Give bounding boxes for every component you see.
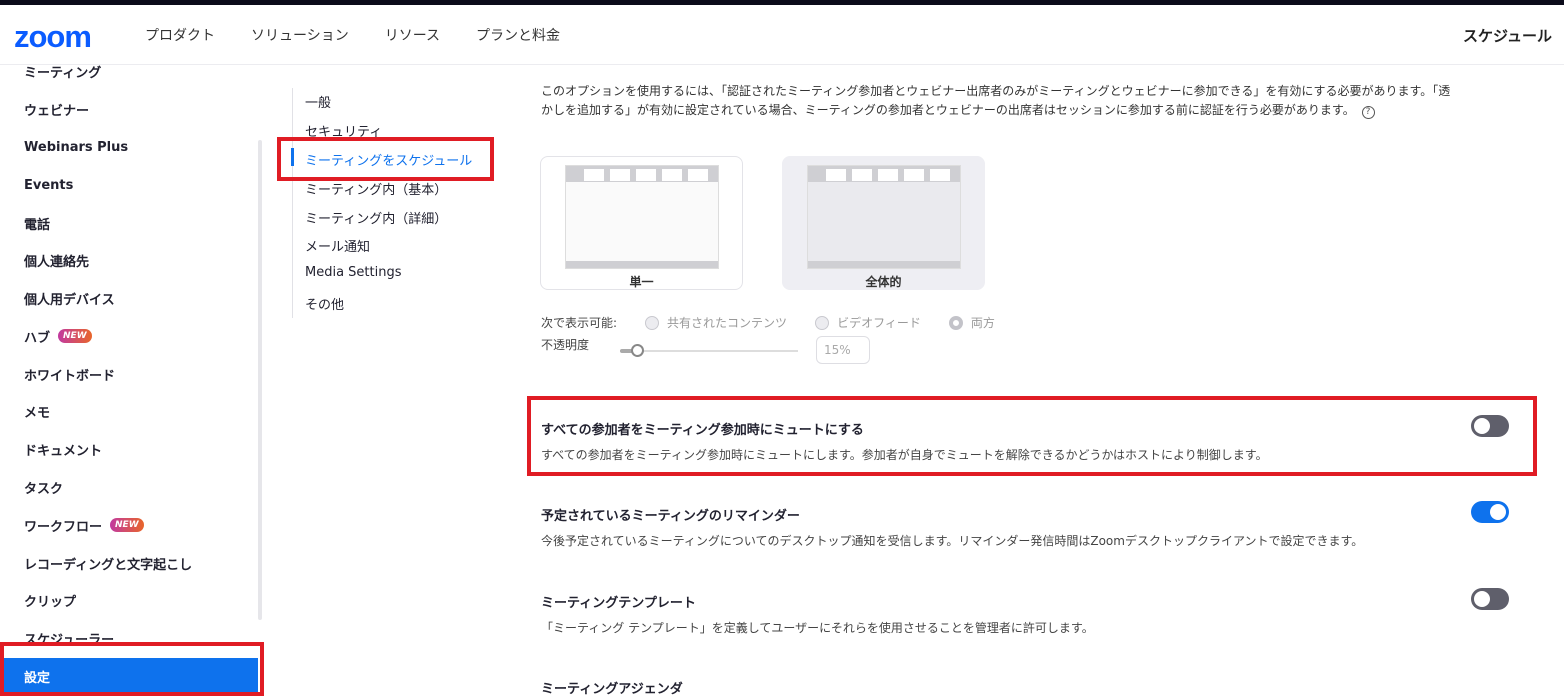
sidebar-item-recordings[interactable]: レコーディングと文字起こし xyxy=(0,545,258,581)
setting-title: ミーティングアジェンダ xyxy=(541,682,683,696)
sidebar-item-notes[interactable]: メモ xyxy=(0,393,258,429)
watermark-global-card[interactable]: 全体的 xyxy=(782,156,985,290)
sidebar-item-events[interactable]: Events xyxy=(0,167,258,203)
header: zoom プロダクト ソリューション リソース プランと料金 スケジュール xyxy=(0,5,1564,65)
sidebar-scrollbar[interactable] xyxy=(258,140,262,620)
sidebar-item-label: ホワイトボード xyxy=(24,368,116,384)
sidebar-item-label: Events xyxy=(24,177,74,193)
sidebar-item-label: ワークフロー xyxy=(24,519,103,535)
tab-in-meeting-advanced[interactable]: ミーティング内（詳細） xyxy=(305,208,447,227)
sidebar-item-documents[interactable]: ドキュメント xyxy=(0,431,258,467)
tab-other[interactable]: その他 xyxy=(305,294,344,313)
nav-product[interactable]: プロダクト xyxy=(145,25,215,45)
setting-title: 予定されているミーティングのリマインダー xyxy=(541,509,800,524)
mute-on-entry-toggle[interactable] xyxy=(1471,415,1509,437)
sidebar-item-workflow[interactable]: ワークフロー NEW xyxy=(0,507,258,543)
sidebar-item-webinars[interactable]: ウェビナー xyxy=(0,91,258,127)
setting-title: すべての参加者をミーティング参加時にミュートにする xyxy=(541,423,864,438)
sidebar-item-settings[interactable]: 設定 xyxy=(0,658,258,694)
radio-shared-content[interactable]: 共有されたコンテンツ xyxy=(645,314,787,331)
sidebar-item-label: レコーディングと文字起こし xyxy=(24,557,193,573)
sidebar-item-label: 個人用デバイス xyxy=(24,292,115,308)
setting-meeting-template: ミーティングテンプレート 「ミーティング テンプレート」を定義してユーザーにそれ… xyxy=(541,592,1501,636)
setting-meeting-agenda: ミーティングアジェンダ xyxy=(541,678,1501,696)
sidebar-item-label: 電話 xyxy=(24,217,51,233)
sidebar-item-whiteboard[interactable]: ホワイトボード xyxy=(0,356,258,392)
tab-security[interactable]: セキュリティ xyxy=(305,121,382,140)
new-badge: NEW xyxy=(110,518,144,532)
sidebar-item-label: ハブ xyxy=(24,330,51,346)
sidebar-item-contacts[interactable]: 個人連絡先 xyxy=(0,242,258,278)
radio-circle-icon xyxy=(645,315,660,330)
watermark-single-card[interactable]: 単一 xyxy=(540,156,743,290)
nav-resources[interactable]: リソース xyxy=(385,25,440,45)
radio-circle-icon xyxy=(948,315,963,330)
watermark-single-label: 単一 xyxy=(629,275,654,289)
radio-circle-icon xyxy=(815,315,830,330)
setting-description: すべての参加者をミーティング参加時にミュートにします。参加者が自身でミュートを解… xyxy=(541,448,1268,462)
sidebar-item-label: メモ xyxy=(24,405,51,421)
sidebar-item-phone[interactable]: 電話 xyxy=(0,205,258,241)
sidebar-item-label: クリップ xyxy=(24,594,77,610)
radio-both[interactable]: 両方 xyxy=(948,314,995,331)
sidebar-item-scheduler[interactable]: スケジューラー xyxy=(0,620,258,656)
sidebar-item-tasks[interactable]: タスク xyxy=(0,469,258,505)
sidebar-item-label: スケジューラー xyxy=(24,632,115,648)
setting-description: 今後予定されているミーティングについてのデスクトップ通知を受信します。リマインダ… xyxy=(541,534,1364,548)
setting-mute-on-entry: すべての参加者をミーティング参加時にミュートにする すべての参加者をミーティング… xyxy=(541,419,1501,463)
visible-on-label: 次で表示可能: xyxy=(541,316,618,330)
tab-in-meeting-basic[interactable]: ミーティング内（基本） xyxy=(305,179,447,198)
opacity-slider-track[interactable] xyxy=(620,350,798,352)
nav-solutions[interactable]: ソリューション xyxy=(251,25,349,45)
new-badge: NEW xyxy=(58,329,92,343)
watermark-preview-single xyxy=(565,165,719,269)
watermark-description: このオプションを使用するには、「認証されたミーティング参加者とウェビナー出席者の… xyxy=(541,82,1453,120)
left-sidebar: ミーティング ウェビナー Webinars Plus Events 電話 個人連… xyxy=(0,65,262,696)
help-icon[interactable]: ? xyxy=(1361,106,1375,119)
sidebar-item-hub[interactable]: ハブ NEW xyxy=(0,318,258,354)
sidebar-item-webinars-plus[interactable]: Webinars Plus xyxy=(0,129,258,165)
visible-on-row: 次で表示可能: 共有されたコンテンツ ビデオフィード 両方 xyxy=(541,314,995,331)
sidebar-item-label: ウェビナー xyxy=(24,103,90,119)
sidebar-item-label: ドキュメント xyxy=(24,443,103,459)
setting-description: 「ミーティング テンプレート」を定義してユーザーにそれらを使用させることを管理者… xyxy=(541,621,1094,635)
settings-submenu: 一般 セキュリティ ミーティングをスケジュール ミーティング内（基本） ミーティ… xyxy=(291,88,502,318)
opacity-input[interactable]: 15% xyxy=(816,336,870,364)
radio-label: 両方 xyxy=(970,316,995,330)
sidebar-item-label: Webinars Plus xyxy=(24,139,129,155)
nav-pricing[interactable]: プランと料金 xyxy=(476,25,560,45)
submenu-active-indicator xyxy=(291,148,294,166)
watermark-description-text: このオプションを使用するには、「認証されたミーティング参加者とウェビナー出席者の… xyxy=(541,84,1451,117)
tab-general[interactable]: 一般 xyxy=(305,92,331,111)
meeting-template-toggle[interactable] xyxy=(1471,588,1509,610)
sidebar-item-label: 設定 xyxy=(24,670,51,686)
opacity-label: 不透明度 xyxy=(541,338,590,352)
tab-email-notifications[interactable]: メール通知 xyxy=(305,236,370,255)
setting-meeting-reminder: 予定されているミーティングのリマインダー 今後予定されているミーティングについて… xyxy=(541,505,1501,549)
opacity-slider-thumb[interactable] xyxy=(631,344,644,357)
sidebar-item-label: 個人連絡先 xyxy=(24,254,90,270)
radio-label: 共有されたコンテンツ xyxy=(667,316,788,330)
tab-schedule-meeting[interactable]: ミーティングをスケジュール xyxy=(305,150,472,169)
zoom-logo[interactable]: zoom xyxy=(14,19,92,55)
radio-label: ビデオフィード xyxy=(837,316,921,330)
setting-title: ミーティングテンプレート xyxy=(541,596,696,611)
schedule-link[interactable]: スケジュール xyxy=(1463,25,1552,46)
main-nav: プロダクト ソリューション リソース プランと料金 xyxy=(145,25,560,45)
tab-media-settings[interactable]: Media Settings xyxy=(305,265,402,280)
watermark-preview-global xyxy=(807,165,961,269)
sidebar-item-devices[interactable]: 個人用デバイス xyxy=(0,280,258,316)
radio-video-feed[interactable]: ビデオフィード xyxy=(815,314,921,331)
sidebar-item-label: タスク xyxy=(24,481,64,497)
sidebar-item-clips[interactable]: クリップ xyxy=(0,582,258,618)
meeting-reminder-toggle[interactable] xyxy=(1471,501,1509,523)
watermark-global-label: 全体的 xyxy=(865,275,902,289)
